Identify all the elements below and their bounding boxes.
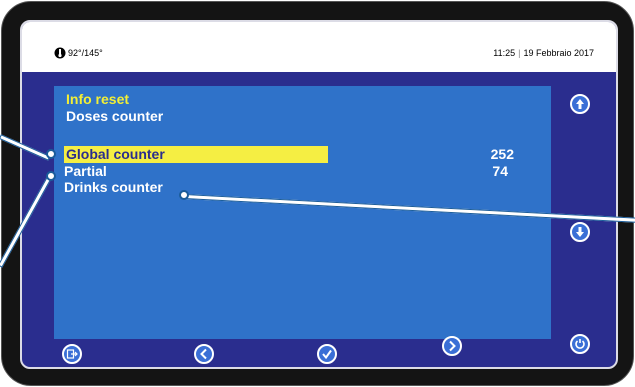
callout-marker-2 (46, 171, 56, 181)
callout-marker-1 (46, 149, 56, 159)
menu-item-partial[interactable]: Partial (64, 163, 107, 179)
page-subtitle: Doses counter (66, 108, 164, 124)
screen: 92°/145° 11:25 | 19 Febbraio 2017 Info res… (20, 20, 618, 369)
status-bar: 92°/145° 11:25 | 19 Febbraio 2017 (22, 22, 616, 72)
exit-button[interactable] (62, 344, 82, 364)
menu-item-drinks-counter[interactable]: Drinks counter (64, 179, 163, 195)
next-button[interactable] (442, 336, 462, 356)
temperature-indicator: 92°/145° (54, 47, 103, 59)
callout-marker-3 (179, 190, 189, 200)
check-icon (322, 349, 332, 360)
scroll-up-button[interactable] (570, 94, 590, 114)
power-icon (575, 339, 585, 349)
time-text: 11:25 (493, 48, 516, 58)
thermometer-icon (54, 47, 66, 59)
exit-icon (66, 349, 78, 359)
partial-value: 74 (492, 163, 508, 179)
date-text: 19 Febbraio 2017 (523, 48, 594, 58)
datetime: 11:25 | 19 Febbraio 2017 (493, 48, 594, 58)
chevron-left-icon (200, 348, 207, 360)
device-frame: 92°/145° 11:25 | 19 Febbraio 2017 Info res… (1, 1, 634, 386)
confirm-button[interactable] (317, 344, 337, 364)
previous-button[interactable] (194, 344, 214, 364)
power-button[interactable] (570, 334, 590, 354)
arrow-up-icon (576, 99, 584, 109)
arrow-down-icon (576, 227, 584, 237)
chevron-right-icon (449, 340, 456, 352)
separator: | (518, 48, 521, 58)
menu-item-global-counter[interactable]: Global counter (64, 146, 328, 163)
page-title: Info reset (66, 91, 130, 107)
scroll-down-button[interactable] (570, 222, 590, 242)
global-counter-value: 252 (490, 146, 514, 162)
temperature-text: 92°/145° (68, 48, 103, 58)
